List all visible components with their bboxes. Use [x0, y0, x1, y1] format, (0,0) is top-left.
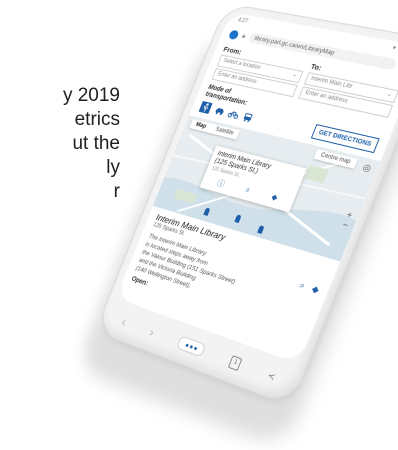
home-button[interactable]	[176, 335, 207, 358]
status-icons: ▾ ◢ ▮	[391, 45, 398, 54]
chevron-down-icon: ⌄	[291, 72, 298, 79]
bg-line-4: ly	[106, 157, 120, 178]
share-icon[interactable]: ≺	[266, 369, 277, 382]
forward-icon[interactable]: ›	[147, 324, 157, 340]
bike-icon[interactable]	[226, 107, 240, 120]
bg-line-5: r	[113, 181, 120, 202]
bg-line-1: y 2019	[62, 85, 120, 106]
bg-line-2: etrics	[74, 109, 120, 130]
chevron-down-icon: ⌄	[385, 91, 393, 99]
status-time: 4:27	[236, 17, 249, 25]
back-icon[interactable]: ‹	[119, 314, 128, 330]
tabs-icon[interactable]: 1	[228, 354, 243, 371]
lock-icon: 🔒︎	[241, 32, 247, 40]
car-icon[interactable]	[212, 104, 226, 117]
directions-icon[interactable]: ◆	[269, 192, 279, 204]
walk-icon[interactable]	[198, 100, 213, 114]
bg-line-3: ut the	[72, 133, 120, 154]
bus-icon[interactable]	[241, 111, 256, 124]
search-icon[interactable]: ⌕	[244, 185, 251, 196]
background-text: y 2019 etrics ut the ly r	[0, 84, 120, 204]
info-icon[interactable]: ⓘ	[216, 178, 227, 190]
browser-logo-icon	[228, 29, 240, 40]
phone-screen: 4:27 ▾ ◢ ▮ 🔒︎ library.parl.gc.ca/en/Libr…	[116, 12, 398, 364]
